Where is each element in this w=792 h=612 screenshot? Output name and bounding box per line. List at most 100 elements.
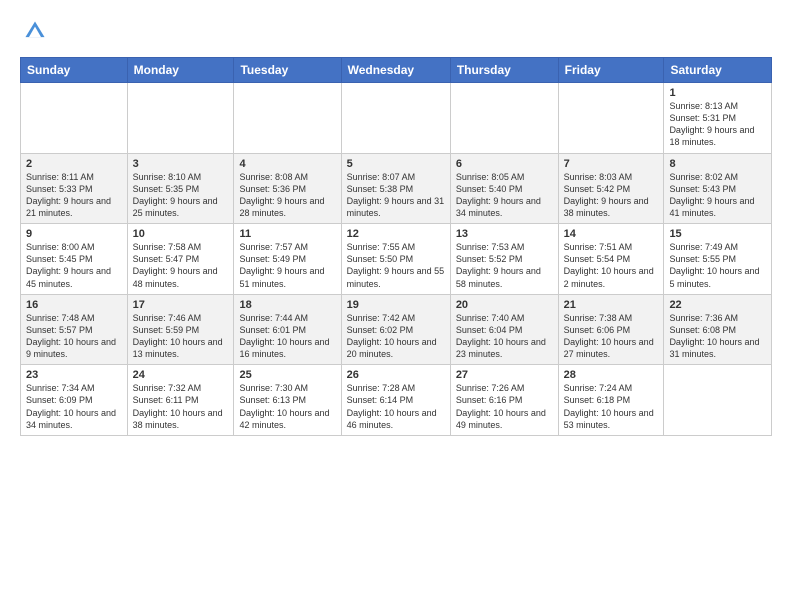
day-info: Sunrise: 8:07 AM Sunset: 5:38 PM Dayligh… [347, 171, 445, 220]
day-number: 26 [347, 369, 445, 381]
day-cell [21, 83, 128, 154]
day-cell: 23Sunrise: 7:34 AM Sunset: 6:09 PM Dayli… [21, 365, 128, 436]
day-info: Sunrise: 7:26 AM Sunset: 6:16 PM Dayligh… [456, 382, 553, 431]
logo-icon [22, 18, 48, 44]
day-cell: 26Sunrise: 7:28 AM Sunset: 6:14 PM Dayli… [341, 365, 450, 436]
day-of-week-tuesday: Tuesday [234, 58, 341, 83]
day-of-week-wednesday: Wednesday [341, 58, 450, 83]
day-cell: 14Sunrise: 7:51 AM Sunset: 5:54 PM Dayli… [558, 224, 664, 295]
day-info: Sunrise: 7:58 AM Sunset: 5:47 PM Dayligh… [133, 241, 229, 290]
day-info: Sunrise: 7:49 AM Sunset: 5:55 PM Dayligh… [669, 241, 766, 290]
day-cell [558, 83, 664, 154]
day-cell: 2Sunrise: 8:11 AM Sunset: 5:33 PM Daylig… [21, 153, 128, 224]
day-info: Sunrise: 8:03 AM Sunset: 5:42 PM Dayligh… [564, 171, 659, 220]
day-info: Sunrise: 8:05 AM Sunset: 5:40 PM Dayligh… [456, 171, 553, 220]
day-info: Sunrise: 7:57 AM Sunset: 5:49 PM Dayligh… [239, 241, 335, 290]
day-info: Sunrise: 7:28 AM Sunset: 6:14 PM Dayligh… [347, 382, 445, 431]
day-info: Sunrise: 7:42 AM Sunset: 6:02 PM Dayligh… [347, 312, 445, 361]
day-number: 17 [133, 299, 229, 311]
day-info: Sunrise: 7:44 AM Sunset: 6:01 PM Dayligh… [239, 312, 335, 361]
day-cell: 21Sunrise: 7:38 AM Sunset: 6:06 PM Dayli… [558, 294, 664, 365]
day-cell: 5Sunrise: 8:07 AM Sunset: 5:38 PM Daylig… [341, 153, 450, 224]
day-info: Sunrise: 7:36 AM Sunset: 6:08 PM Dayligh… [669, 312, 766, 361]
day-info: Sunrise: 7:30 AM Sunset: 6:13 PM Dayligh… [239, 382, 335, 431]
day-number: 18 [239, 299, 335, 311]
day-info: Sunrise: 7:51 AM Sunset: 5:54 PM Dayligh… [564, 241, 659, 290]
calendar: SundayMondayTuesdayWednesdayThursdayFrid… [20, 57, 772, 436]
logo [20, 18, 50, 49]
week-row-1: 1Sunrise: 8:13 AM Sunset: 5:31 PM Daylig… [21, 83, 772, 154]
day-info: Sunrise: 8:11 AM Sunset: 5:33 PM Dayligh… [26, 171, 122, 220]
day-info: Sunrise: 8:02 AM Sunset: 5:43 PM Dayligh… [669, 171, 766, 220]
day-info: Sunrise: 8:08 AM Sunset: 5:36 PM Dayligh… [239, 171, 335, 220]
day-info: Sunrise: 8:10 AM Sunset: 5:35 PM Dayligh… [133, 171, 229, 220]
day-cell: 8Sunrise: 8:02 AM Sunset: 5:43 PM Daylig… [664, 153, 772, 224]
day-cell: 13Sunrise: 7:53 AM Sunset: 5:52 PM Dayli… [450, 224, 558, 295]
day-info: Sunrise: 7:48 AM Sunset: 5:57 PM Dayligh… [26, 312, 122, 361]
day-cell [127, 83, 234, 154]
day-cell: 1Sunrise: 8:13 AM Sunset: 5:31 PM Daylig… [664, 83, 772, 154]
day-number: 6 [456, 158, 553, 170]
day-number: 19 [347, 299, 445, 311]
day-cell: 6Sunrise: 8:05 AM Sunset: 5:40 PM Daylig… [450, 153, 558, 224]
calendar-header: SundayMondayTuesdayWednesdayThursdayFrid… [21, 58, 772, 83]
day-cell: 3Sunrise: 8:10 AM Sunset: 5:35 PM Daylig… [127, 153, 234, 224]
day-info: Sunrise: 7:46 AM Sunset: 5:59 PM Dayligh… [133, 312, 229, 361]
day-of-week-thursday: Thursday [450, 58, 558, 83]
day-of-week-monday: Monday [127, 58, 234, 83]
day-number: 9 [26, 228, 122, 240]
day-number: 7 [564, 158, 659, 170]
day-number: 8 [669, 158, 766, 170]
day-cell: 4Sunrise: 8:08 AM Sunset: 5:36 PM Daylig… [234, 153, 341, 224]
calendar-body: 1Sunrise: 8:13 AM Sunset: 5:31 PM Daylig… [21, 83, 772, 436]
day-cell: 11Sunrise: 7:57 AM Sunset: 5:49 PM Dayli… [234, 224, 341, 295]
week-row-2: 2Sunrise: 8:11 AM Sunset: 5:33 PM Daylig… [21, 153, 772, 224]
day-info: Sunrise: 8:13 AM Sunset: 5:31 PM Dayligh… [669, 100, 766, 149]
day-number: 28 [564, 369, 659, 381]
day-number: 15 [669, 228, 766, 240]
day-number: 1 [669, 87, 766, 99]
day-cell: 19Sunrise: 7:42 AM Sunset: 6:02 PM Dayli… [341, 294, 450, 365]
day-cell: 28Sunrise: 7:24 AM Sunset: 6:18 PM Dayli… [558, 365, 664, 436]
day-info: Sunrise: 8:00 AM Sunset: 5:45 PM Dayligh… [26, 241, 122, 290]
day-cell: 24Sunrise: 7:32 AM Sunset: 6:11 PM Dayli… [127, 365, 234, 436]
header [20, 18, 772, 49]
day-info: Sunrise: 7:24 AM Sunset: 6:18 PM Dayligh… [564, 382, 659, 431]
day-number: 21 [564, 299, 659, 311]
day-number: 22 [669, 299, 766, 311]
page: SundayMondayTuesdayWednesdayThursdayFrid… [0, 0, 792, 612]
day-number: 4 [239, 158, 335, 170]
day-cell: 25Sunrise: 7:30 AM Sunset: 6:13 PM Dayli… [234, 365, 341, 436]
day-info: Sunrise: 7:32 AM Sunset: 6:11 PM Dayligh… [133, 382, 229, 431]
day-cell: 17Sunrise: 7:46 AM Sunset: 5:59 PM Dayli… [127, 294, 234, 365]
day-cell [664, 365, 772, 436]
day-cell: 22Sunrise: 7:36 AM Sunset: 6:08 PM Dayli… [664, 294, 772, 365]
day-cell: 20Sunrise: 7:40 AM Sunset: 6:04 PM Dayli… [450, 294, 558, 365]
day-number: 5 [347, 158, 445, 170]
day-info: Sunrise: 7:38 AM Sunset: 6:06 PM Dayligh… [564, 312, 659, 361]
day-number: 23 [26, 369, 122, 381]
day-info: Sunrise: 7:53 AM Sunset: 5:52 PM Dayligh… [456, 241, 553, 290]
day-number: 24 [133, 369, 229, 381]
day-info: Sunrise: 7:34 AM Sunset: 6:09 PM Dayligh… [26, 382, 122, 431]
week-row-4: 16Sunrise: 7:48 AM Sunset: 5:57 PM Dayli… [21, 294, 772, 365]
day-info: Sunrise: 7:55 AM Sunset: 5:50 PM Dayligh… [347, 241, 445, 290]
week-row-3: 9Sunrise: 8:00 AM Sunset: 5:45 PM Daylig… [21, 224, 772, 295]
day-cell: 9Sunrise: 8:00 AM Sunset: 5:45 PM Daylig… [21, 224, 128, 295]
day-number: 2 [26, 158, 122, 170]
week-row-5: 23Sunrise: 7:34 AM Sunset: 6:09 PM Dayli… [21, 365, 772, 436]
day-of-week-friday: Friday [558, 58, 664, 83]
day-cell: 15Sunrise: 7:49 AM Sunset: 5:55 PM Dayli… [664, 224, 772, 295]
day-header-row: SundayMondayTuesdayWednesdayThursdayFrid… [21, 58, 772, 83]
day-info: Sunrise: 7:40 AM Sunset: 6:04 PM Dayligh… [456, 312, 553, 361]
day-number: 11 [239, 228, 335, 240]
day-number: 25 [239, 369, 335, 381]
day-cell [450, 83, 558, 154]
day-cell: 18Sunrise: 7:44 AM Sunset: 6:01 PM Dayli… [234, 294, 341, 365]
day-cell: 27Sunrise: 7:26 AM Sunset: 6:16 PM Dayli… [450, 365, 558, 436]
day-number: 13 [456, 228, 553, 240]
day-cell: 7Sunrise: 8:03 AM Sunset: 5:42 PM Daylig… [558, 153, 664, 224]
day-cell: 16Sunrise: 7:48 AM Sunset: 5:57 PM Dayli… [21, 294, 128, 365]
day-number: 27 [456, 369, 553, 381]
day-number: 3 [133, 158, 229, 170]
